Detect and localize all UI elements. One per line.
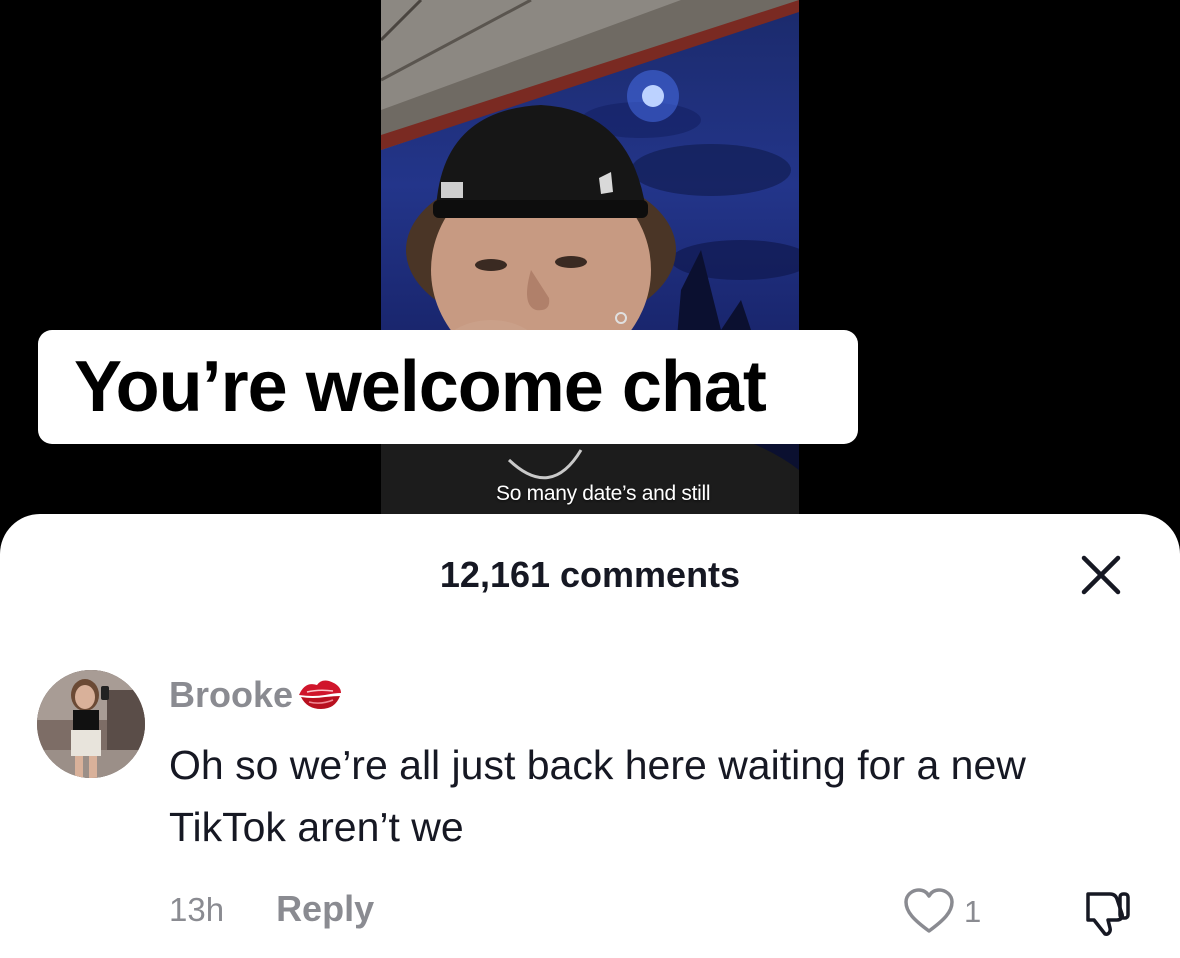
comment-author[interactable]: Brooke [169,674,345,716]
video-player[interactable] [381,0,799,530]
heart-outline-icon[interactable] [902,886,956,936]
comment-text: Oh so we’re all just back here waiting f… [169,742,1026,850]
comments-count-title: 12,161 comments [439,554,741,595]
like-count: 1 [964,894,982,929]
username[interactable]: Brooke [169,674,293,716]
avatar[interactable] [37,670,145,778]
overlay-caption-text: You’re welcome chat [74,347,767,427]
video-text-overlay: You’re welcome chat [38,330,858,444]
comment-meta: 13h Reply [169,888,374,930]
comment-timestamp: 13h [169,891,225,928]
video-frame-image [381,0,799,530]
comment-item: Brooke Oh so we’re all just back here wa… [0,668,1180,958]
close-icon[interactable] [1080,554,1122,596]
comments-sheet: 12,161 comments Brooke Oh so we’re all j… [0,514,1180,958]
video-subtitle: So many date’s and still [496,482,711,505]
thumbs-down-icon[interactable] [1080,886,1134,940]
reply-button[interactable]: Reply [276,888,374,930]
kiss-mark-icon [299,680,342,709]
app-screen: You’re welcome chat So many date’s and s… [0,0,1180,958]
